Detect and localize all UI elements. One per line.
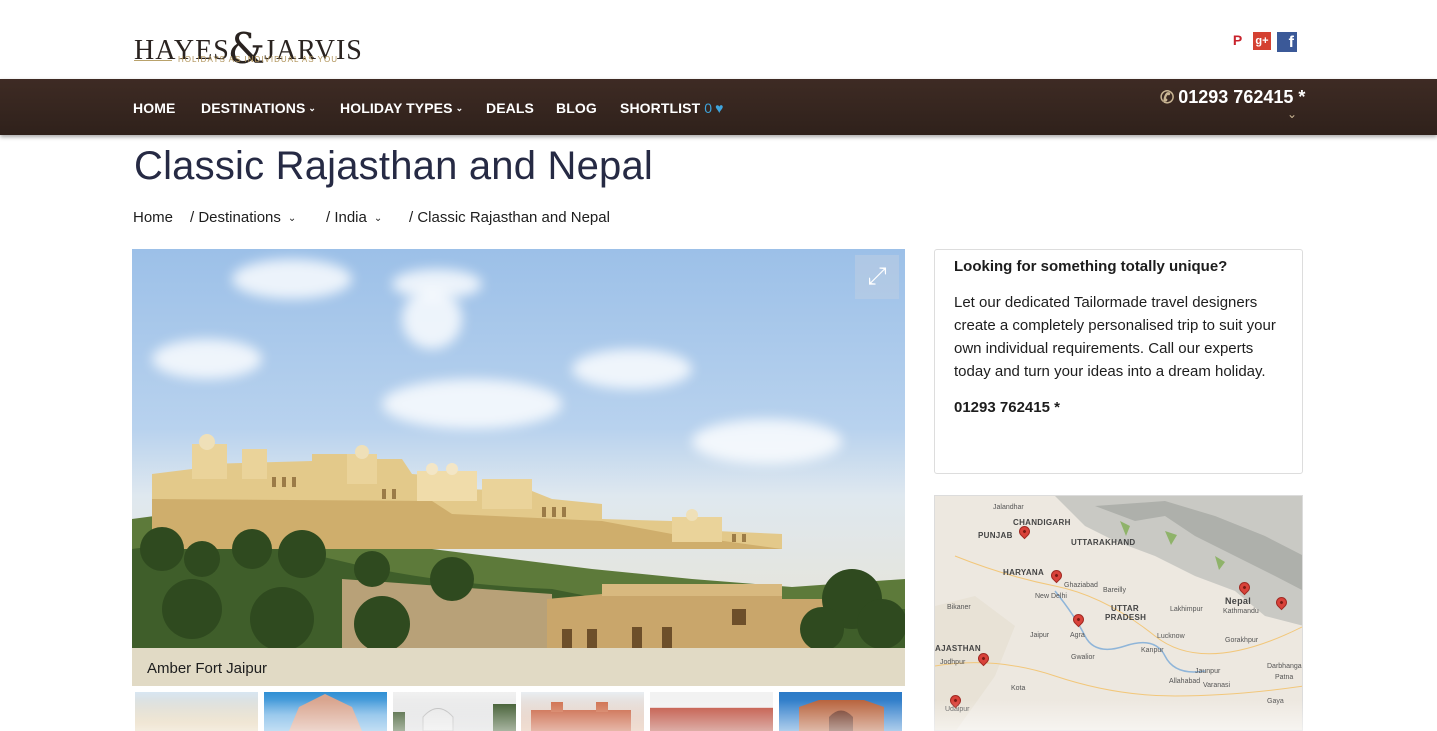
breadcrumb-home[interactable]: Home (133, 209, 173, 226)
map-city-label: Bareilly (1103, 587, 1126, 594)
gallery-main-image[interactable] (132, 249, 905, 648)
site-logo[interactable]: HAYES&JARVIS HOLIDAYS AS INDIVIDUAL AS Y… (134, 10, 362, 73)
logo-tagline: HOLIDAYS AS INDIVIDUAL AS YOU (178, 55, 339, 64)
fullscreen-expand-icon[interactable]: ⤢ (855, 255, 899, 299)
nav-home[interactable]: HOME (133, 100, 175, 116)
nav-shortlist[interactable]: SHORTLIST 0 ♥ (620, 100, 724, 116)
map-city-label: Darbhanga (1267, 663, 1302, 670)
map-city-label: Kanpur (1141, 647, 1164, 654)
page-title: Classic Rajasthan and Nepal (134, 144, 654, 188)
red-fort-silhouette (531, 702, 631, 731)
chevron-down-icon: ⌄ (455, 103, 464, 113)
map-region-label: HARYANA (1003, 568, 1045, 577)
map-region-label: Nepal (1225, 596, 1252, 606)
chevron-down-icon: ⌄ (308, 103, 317, 113)
map-city-label: Bikaner (947, 604, 971, 611)
map-city-label: Kota (1011, 685, 1026, 692)
map-region-label: UTTARAKHAND (1071, 538, 1136, 547)
pinterest-icon[interactable]: P (1229, 32, 1246, 49)
map-city-label: Gaya (1267, 698, 1284, 705)
gallery-thumbnail[interactable] (393, 692, 516, 731)
map-region-label: PUNJAB (978, 531, 1013, 540)
map-city-label: Jaipur (1030, 632, 1050, 639)
amber-fort-illustration (132, 434, 905, 648)
map-city-label: Jodhpur (940, 659, 966, 666)
gallery-thumbnail[interactable] (650, 692, 773, 731)
heart-icon: ♥ (715, 100, 724, 116)
phone-icon: ✆ (1160, 88, 1175, 107)
map-city-label: Agra (1070, 632, 1085, 639)
gateway-silhouette (799, 700, 884, 731)
map-city-label: Lucknow (1157, 633, 1185, 640)
chevron-down-icon: ⌄ (287, 213, 297, 224)
logo-divider (134, 60, 172, 61)
breadcrumb-india[interactable]: / India ⌄ (326, 209, 382, 226)
gallery-thumbnail[interactable] (521, 692, 644, 731)
gallery-thumbnail[interactable] (135, 692, 258, 731)
chevron-down-icon[interactable]: ⌄ (1287, 107, 1297, 121)
map-city-label: Gorakhpur (1225, 637, 1259, 644)
card-title: Looking for something totally unique? (954, 258, 1228, 275)
nav-blog[interactable]: BLOG (556, 100, 597, 116)
map-city-label: Udaipur (945, 706, 970, 713)
map-region-label: PRADESH (1105, 613, 1147, 622)
map-city-label: Gwalior (1071, 654, 1095, 661)
nav-destinations[interactable]: DESTINATIONS ⌄ (201, 100, 316, 116)
chevron-down-icon: ⌄ (373, 213, 383, 224)
google-plus-icon[interactable]: g+ (1253, 32, 1271, 50)
main-nav: HOME DESTINATIONS ⌄ HOLIDAY TYPES ⌄ DEALS … (0, 79, 1437, 135)
map-city-label: Ghaziabad (1064, 582, 1098, 589)
gallery-thumbnail[interactable] (779, 692, 902, 731)
map-city-label: Patna (1275, 674, 1294, 681)
site-header: HAYES&JARVIS HOLIDAYS AS INDIVIDUAL AS Y… (0, 0, 1437, 79)
breadcrumb-current: / Classic Rajasthan and Nepal (409, 209, 610, 226)
card-phone[interactable]: 01293 762415 * (954, 399, 1283, 416)
monument-silhouette (289, 694, 362, 731)
gallery-thumbnail[interactable] (264, 692, 387, 731)
card-body: Let our dedicated Tailormade travel desi… (954, 294, 1276, 380)
map-city-label: Varanasi (1203, 682, 1231, 689)
nav-phone[interactable]: ✆ 01293 762415 * (1160, 87, 1305, 108)
breadcrumb-destinations[interactable]: / Destinations ⌄ (190, 209, 296, 226)
nav-deals[interactable]: DEALS (486, 100, 534, 116)
facebook-icon[interactable]: f (1277, 32, 1297, 52)
shortlist-count: 0 (704, 100, 713, 116)
itinerary-map[interactable]: CHANDIGARH PUNJAB UTTARAKHAND HARYANA UT… (934, 495, 1303, 731)
map-city-label: Jalandhar (993, 504, 1024, 511)
tailormade-card: Looking for something totally unique? Le… (934, 249, 1303, 474)
map-region-label: UTTAR (1111, 604, 1140, 613)
map-region-label: AJASTHAN (935, 644, 981, 653)
taj-mahal-silhouette (393, 704, 516, 731)
map-city-label: New Delhi (1035, 593, 1067, 600)
map-city-label: Jaunpur (1195, 668, 1221, 675)
nav-holiday-types[interactable]: HOLIDAY TYPES ⌄ (340, 100, 463, 116)
image-caption: Amber Fort Jaipur (132, 648, 905, 686)
map-city-label: Lakhimpur (1170, 606, 1203, 613)
map-city-label: Kathmandu (1223, 608, 1259, 615)
map-city-label: Allahabad (1169, 678, 1201, 685)
